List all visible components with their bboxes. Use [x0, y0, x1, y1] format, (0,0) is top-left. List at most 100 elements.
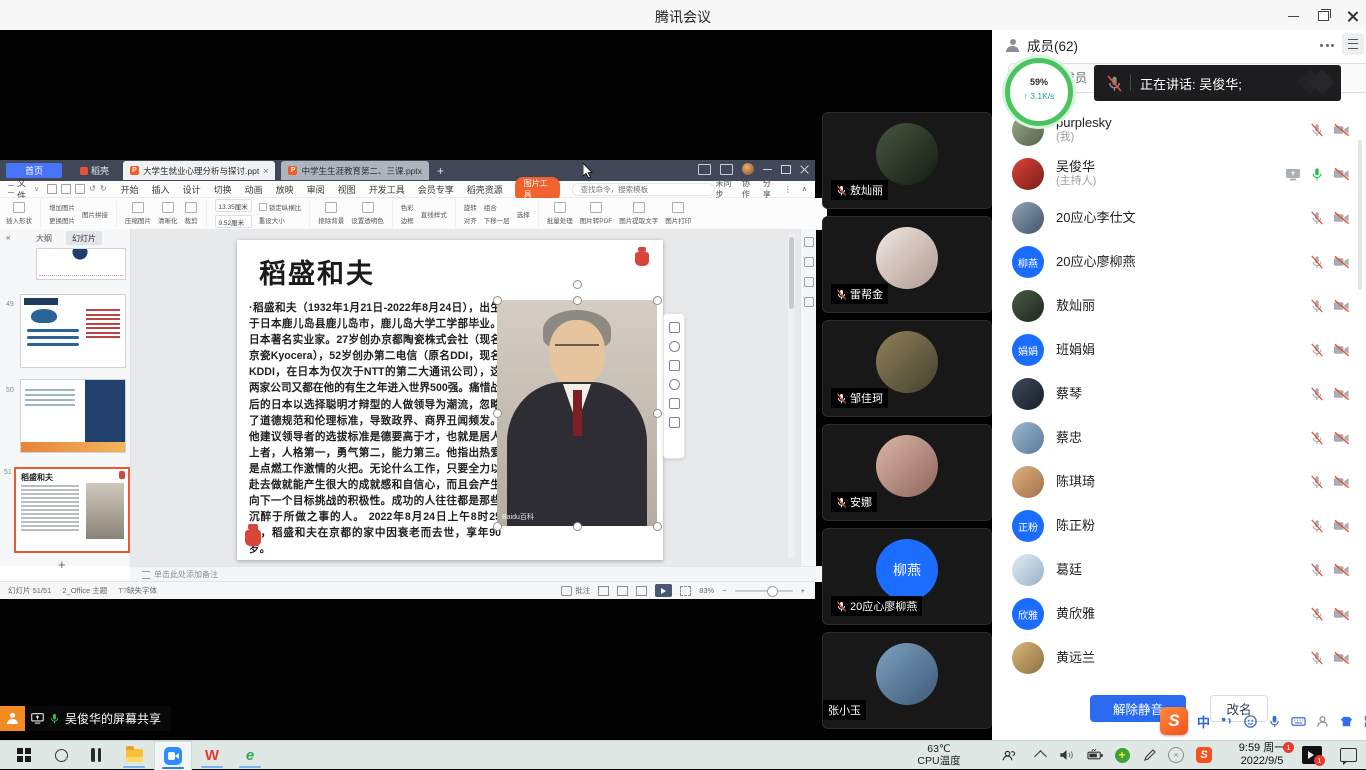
zoom-out-button[interactable]: − — [722, 586, 726, 595]
video-tile[interactable]: 安娜 — [822, 424, 992, 521]
account-icon[interactable] — [1315, 714, 1330, 729]
maximize-button[interactable] — [1310, 9, 1336, 23]
resize-handle[interactable] — [653, 296, 662, 305]
wps-doc-tab[interactable]: P中学生生涯教育第二、三课.pptx — [281, 161, 428, 180]
taskbar-search-button[interactable] — [46, 741, 76, 769]
resize-handle[interactable] — [493, 296, 502, 305]
more-icon[interactable]: ⋮ — [784, 185, 792, 194]
save-icon[interactable] — [47, 184, 57, 194]
collab-button[interactable]: 协作 — [742, 178, 753, 200]
fit-slide-icon[interactable] — [680, 586, 691, 596]
wps-minimize-icon[interactable] — [763, 169, 772, 170]
comment-rail-icon[interactable] — [804, 237, 814, 247]
tray-battery[interactable] — [1082, 741, 1108, 769]
wps-doc-tab-active[interactable]: P大学生就业心理分析与探讨.ppt× — [123, 161, 275, 180]
reset-size-button[interactable]: 重设大小 — [259, 215, 302, 225]
reading-view-icon[interactable] — [636, 586, 647, 596]
member-row[interactable]: 黄远兰 — [992, 636, 1366, 680]
slide-thumbnail-selected[interactable]: 稻盛和夫 — [14, 467, 130, 553]
scrollbar-thumb[interactable] — [789, 237, 794, 309]
ribbon-tab[interactable]: 开始 — [121, 183, 139, 196]
ribbon-tab[interactable]: 稻壳资源 — [467, 183, 503, 196]
canvas-floating-toolbar[interactable] — [663, 313, 685, 459]
wps-command-search[interactable] — [572, 183, 716, 196]
punctuation-icon[interactable] — [1219, 714, 1234, 729]
video-tile[interactable]: 邹佳珂 — [822, 320, 992, 417]
layout-icon[interactable] — [698, 164, 711, 175]
close-doc-icon[interactable]: × — [263, 166, 268, 176]
video-tile[interactable]: 敖灿丽 — [822, 112, 992, 209]
resize-handle[interactable] — [653, 522, 662, 531]
share-button[interactable]: 分享 — [763, 178, 774, 200]
close-button[interactable] — [1340, 9, 1366, 23]
notification-center-button[interactable] — [1334, 741, 1362, 769]
network-indicator[interactable]: 59% ↑ 3.1K/s — [1005, 58, 1073, 126]
video-tile[interactable]: 张小玉 — [822, 632, 992, 729]
quick-access-toolbar[interactable]: ↺ ↻ — [47, 184, 106, 194]
member-list-scrollbar[interactable] — [1358, 140, 1362, 290]
video-tile[interactable]: 雷帮金 — [822, 216, 992, 313]
wps-close-icon[interactable] — [800, 165, 809, 174]
ribbon-tab[interactable]: 插入 — [152, 183, 170, 196]
minimize-button[interactable] — [1280, 9, 1306, 23]
slide-thumbnail[interactable] — [36, 248, 126, 280]
slideshow-play-button[interactable] — [655, 584, 672, 597]
inamori-portrait-image[interactable]: Baidu百科 — [497, 300, 657, 526]
group-button[interactable]: 组合 — [484, 202, 510, 212]
apps-grid-icon[interactable] — [720, 164, 733, 175]
resize-handle[interactable] — [493, 409, 502, 418]
taskbar-wps[interactable]: W — [194, 741, 230, 769]
set-transparent-button[interactable]: 设置透明色 — [351, 202, 384, 225]
clarify-button[interactable]: 清晰化 — [158, 202, 178, 225]
rotate-handle[interactable] — [573, 280, 582, 289]
sorter-view-icon[interactable] — [617, 586, 628, 596]
sogou-logo-icon[interactable]: S — [1160, 707, 1188, 735]
member-row[interactable]: 欣雅 黄欣雅 — [992, 592, 1366, 636]
table-tool-icon[interactable] — [669, 417, 680, 428]
panel-layout-toggle[interactable] — [1342, 33, 1364, 55]
add-slide-button[interactable]: + — [58, 557, 66, 572]
ribbon-tab[interactable]: 审阅 — [307, 183, 325, 196]
missing-font-warning[interactable]: T?缺失字体 — [118, 585, 157, 596]
share-owner-icon[interactable] — [0, 706, 25, 731]
tray-people[interactable] — [995, 741, 1021, 769]
send-backward-button[interactable]: 下移一层 — [484, 215, 510, 225]
zoom-level[interactable]: 83% — [699, 586, 714, 595]
resize-handle[interactable] — [573, 296, 582, 305]
member-row[interactable]: 蔡琴 — [992, 372, 1366, 416]
zoom-slider[interactable] — [735, 590, 793, 592]
ribbon-tab[interactable]: 设计 — [183, 183, 201, 196]
collapse-panel-button[interactable]: « — [6, 233, 10, 242]
compress-picture-button[interactable]: 压缩图片 — [125, 202, 151, 225]
tray-volume[interactable] — [1054, 741, 1080, 769]
start-button[interactable] — [8, 741, 40, 769]
collapse-ribbon-icon[interactable]: ∧ — [802, 185, 807, 193]
color-button[interactable]: 色彩 — [401, 202, 414, 212]
batch-process-button[interactable]: 批量处理 — [547, 202, 573, 225]
normal-view-icon[interactable] — [598, 586, 609, 596]
effects-tool-icon[interactable] — [669, 379, 680, 390]
zoom-in-button[interactable]: + — [801, 586, 805, 595]
layout-tool-icon[interactable] — [669, 398, 680, 409]
member-row[interactable]: 吴俊华 (主持人) — [992, 152, 1366, 196]
member-row[interactable]: 陈琪琦 — [992, 460, 1366, 504]
lock-ratio-checkbox[interactable]: 锁定纵横比 — [259, 202, 302, 212]
more-rail-icon[interactable] — [804, 297, 814, 307]
member-row[interactable]: 柳燕 20应心廖柳燕 — [992, 240, 1366, 284]
picture-stitch-button[interactable]: 图片拼接 — [82, 209, 108, 219]
assistant-rail-icon[interactable] — [804, 277, 814, 287]
tray-disabled-item[interactable]: × — [1164, 741, 1188, 769]
member-row[interactable]: 葛廷 — [992, 548, 1366, 592]
voice-input-icon[interactable] — [1267, 714, 1282, 729]
picture-to-pdf-button[interactable]: 图片转PDF — [580, 202, 613, 225]
skin-icon[interactable] — [1339, 714, 1354, 729]
resize-handle[interactable] — [493, 522, 502, 531]
width-field[interactable]: 13.35厘米 — [215, 199, 252, 212]
member-row[interactable]: 20应心李仕文 — [992, 196, 1366, 240]
select-button[interactable]: 选择 — [517, 209, 530, 219]
taskbar-browser[interactable]: e — [232, 741, 268, 769]
more-options-icon[interactable] — [1320, 43, 1334, 47]
slides-tab[interactable]: 幻灯片 — [66, 231, 102, 245]
canvas-scrollbar[interactable] — [788, 233, 795, 559]
ribbon-tab[interactable]: 开发工具 — [369, 183, 405, 196]
